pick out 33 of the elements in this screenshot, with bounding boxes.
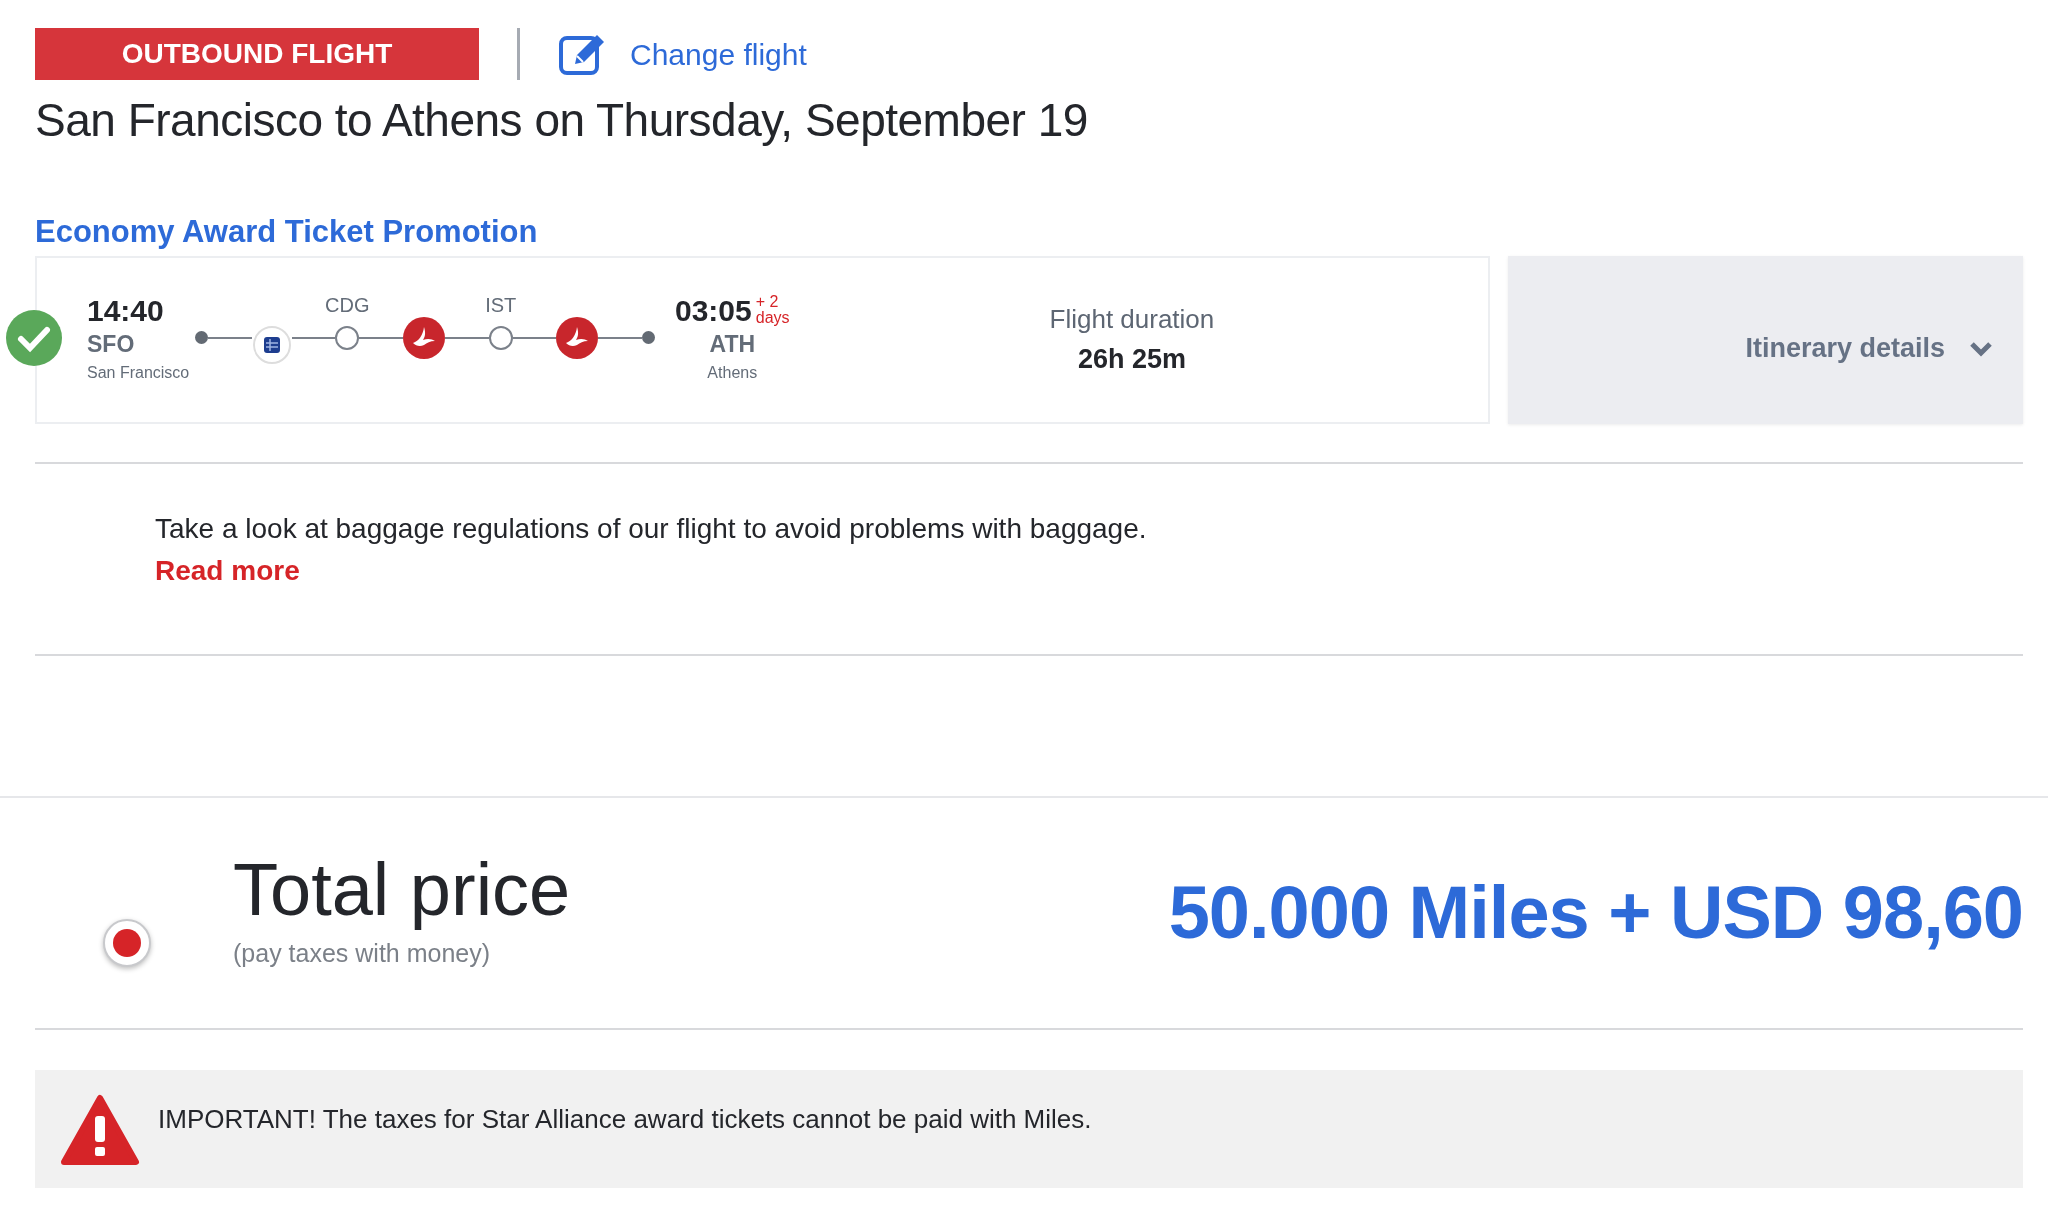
stop-circle — [335, 325, 360, 350]
day-unit: days — [755, 309, 790, 326]
price-amount: 50.000 Miles + USD 98,60 — [1168, 870, 2023, 956]
endpoint-dot — [195, 331, 208, 344]
baggage-notice: Take a look at baggage regulations of our flight to avoid problems with baggage. — [155, 511, 1148, 546]
read-more-link[interactable]: Read more — [155, 554, 300, 586]
section-badge: OUTBOUND FLIGHT — [35, 28, 479, 80]
price-note: (pay taxes with money) — [233, 937, 492, 969]
stop-code: IST — [485, 292, 517, 318]
route-title: San Francisco to Athens on Thursday, September 19 — [35, 93, 1089, 148]
airport-code: SFO — [87, 329, 135, 359]
airline-logo-icon — [251, 324, 292, 365]
day-offset: + 2 — [755, 293, 780, 310]
duration-label: Flight duration — [1049, 302, 1215, 336]
arrival-time: 03:05 — [675, 293, 752, 327]
airport-code: ATH — [709, 329, 756, 359]
fare-title: Economy Award Ticket Promotion — [35, 213, 539, 251]
city-name: Athens — [707, 363, 758, 384]
stop-circle — [488, 325, 513, 350]
check-icon — [6, 309, 62, 366]
city-name: San Francisco — [87, 363, 190, 384]
change-flight-link[interactable]: Change flight — [558, 31, 807, 77]
stop-code: CDG — [325, 292, 370, 318]
bird-logo-icon — [556, 316, 599, 359]
bird-logo-icon — [403, 316, 445, 359]
warning-text: IMPORTANT! The taxes for Star Alliance award tickets cannot be paid with Miles. — [158, 1102, 1092, 1136]
warning-icon — [60, 1093, 140, 1166]
itinerary-details-button[interactable]: Itinerary details — [1508, 255, 2023, 424]
radio-button[interactable] — [103, 918, 151, 967]
endpoint-dot — [642, 331, 656, 344]
duration-value: 26h 25m — [1077, 342, 1186, 376]
departure-time: 14:40 — [87, 293, 164, 327]
chevron-icon — [1969, 340, 1993, 357]
